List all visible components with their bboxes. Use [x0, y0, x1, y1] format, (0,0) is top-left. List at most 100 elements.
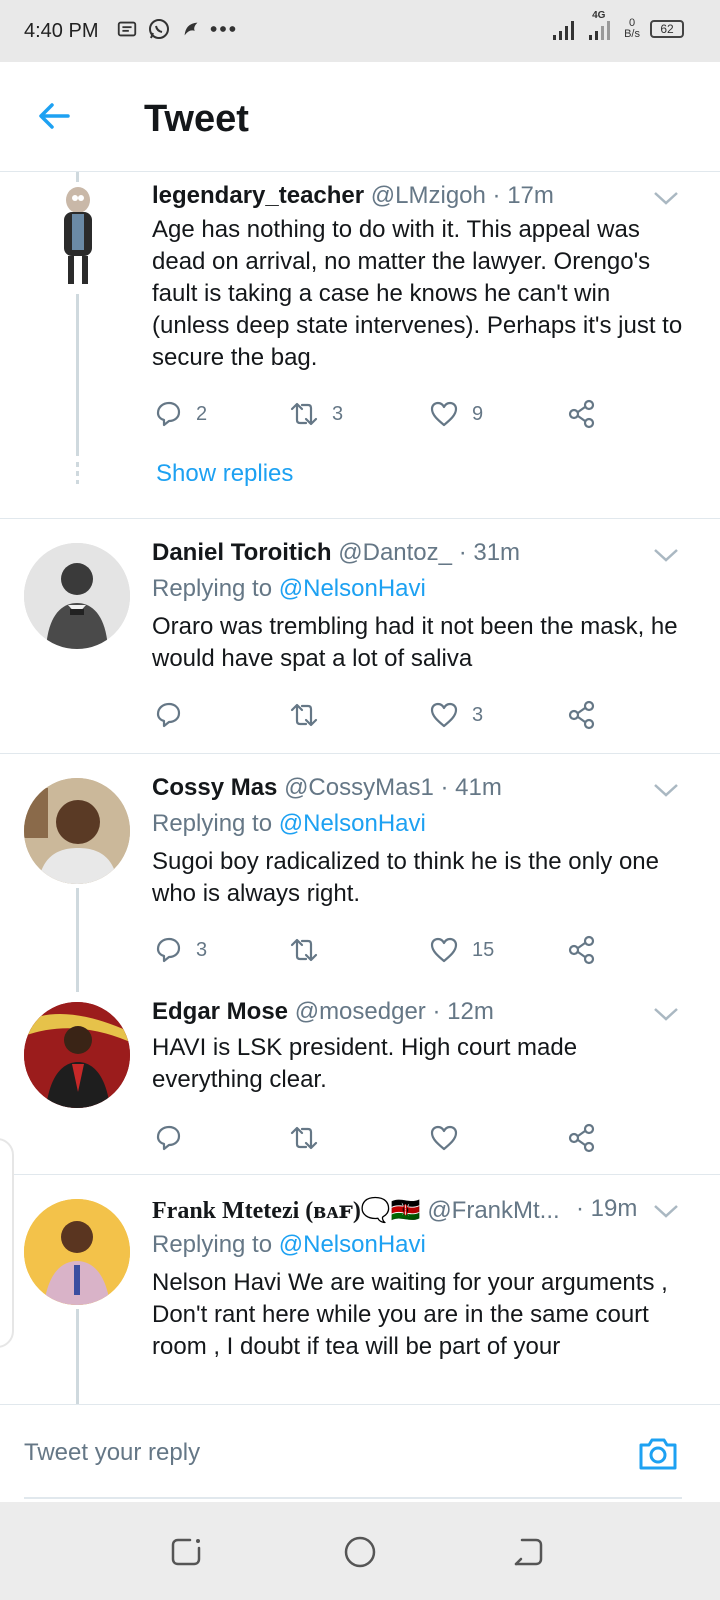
chevron-down-icon[interactable] — [652, 1004, 680, 1024]
show-replies-link[interactable]: Show replies — [156, 460, 293, 488]
display-name[interactable]: legendary_teacher — [152, 182, 364, 209]
tweet-edgar-mose[interactable]: Edgar Mose @mosedger · 12m HAVI is LSK p… — [0, 990, 720, 1174]
display-name[interactable]: Daniel Toroitich — [152, 539, 332, 566]
replying-to: Replying to @NelsonHavi — [152, 810, 426, 838]
heart-icon — [430, 702, 458, 728]
share-button[interactable] — [566, 1118, 598, 1158]
reply-button[interactable] — [152, 1118, 196, 1158]
tweet-time: · 41m — [440, 774, 502, 801]
retweet-button[interactable] — [288, 930, 332, 970]
display-name[interactable]: Cossy Mas — [152, 774, 277, 801]
tweet-cossy-mas[interactable]: Cossy Mas @CossyMas1 · 41m Replying to @… — [0, 754, 720, 992]
retweet-button[interactable]: 3 — [288, 394, 343, 434]
back-nav-icon — [514, 1538, 543, 1566]
back-nav-button[interactable] — [508, 1532, 548, 1572]
tweet-daniel-toroitich[interactable]: Daniel Toroitich @Dantoz_ · 31m Replying… — [0, 519, 720, 753]
chevron-down-icon[interactable] — [652, 545, 680, 565]
chevron-down-icon[interactable] — [652, 780, 680, 800]
retweet-icon — [290, 938, 318, 962]
tweet-text: Oraro was trembling had it not been the … — [152, 613, 678, 672]
chevron-down-icon[interactable] — [652, 188, 680, 208]
reply-button[interactable]: 2 — [152, 394, 207, 434]
reply-bar: Tweet your reply — [0, 1404, 720, 1500]
user-handle: @CossyMas1 — [284, 774, 434, 801]
like-button[interactable]: 9 — [428, 394, 483, 434]
tweet-time: · 19m — [576, 1195, 638, 1222]
tweet-text: HAVI is LSK president. High court made e… — [152, 1034, 578, 1093]
like-button[interactable]: 3 — [428, 695, 483, 735]
notification-icons — [114, 16, 236, 42]
signal-icon — [552, 16, 578, 42]
edge-panel-handle[interactable] — [0, 1138, 14, 1348]
tweet-frank-mtetezi[interactable]: Frank Mtetezi (ʙᴀꜰ)🗨️🇰🇪 @FrankMt... · 19… — [0, 1175, 720, 1404]
home-button[interactable] — [340, 1532, 380, 1572]
net-speed-unit: B/s — [624, 28, 640, 40]
retweet-icon — [290, 1126, 318, 1150]
back-button[interactable] — [34, 96, 74, 136]
navigation-bar — [0, 1502, 720, 1600]
display-name[interactable]: Edgar Mose — [152, 998, 288, 1025]
system-icons: 4G 0 B/s 62 — [552, 10, 684, 42]
tweet-text: Nelson Havi We are waiting for your argu… — [152, 1269, 668, 1360]
tweet-text: Sugoi boy radicalized to think he is the… — [152, 848, 659, 907]
mention-link[interactable]: @NelsonHavi — [279, 810, 426, 837]
like-button[interactable] — [428, 1118, 472, 1158]
heart-icon — [430, 1125, 458, 1151]
share-icon — [568, 1123, 595, 1153]
chevron-down-icon[interactable] — [652, 1201, 680, 1221]
reply-button[interactable]: 3 — [152, 930, 207, 970]
retweet-button[interactable] — [288, 695, 332, 735]
recent-apps-button[interactable] — [166, 1532, 206, 1572]
user-handle: @mosedger — [294, 998, 426, 1025]
header: Tweet — [0, 62, 720, 172]
avatar[interactable] — [24, 778, 130, 884]
share-icon — [568, 700, 595, 730]
replying-prefix: Replying to — [152, 575, 273, 602]
tweet-time: · 12m — [432, 998, 494, 1025]
tweet-legendary-teacher[interactable]: legendary_teacher @LMzigoh · 17m Age has… — [0, 172, 720, 518]
reply-icon — [156, 401, 181, 427]
avatar[interactable] — [48, 182, 108, 290]
tweet-text: Age has nothing to do with it. This appe… — [152, 216, 683, 371]
display-name[interactable]: Frank Mtetezi (ʙᴀꜰ)🗨️🇰🇪 — [152, 1198, 421, 1224]
share-button[interactable] — [566, 930, 598, 970]
mention-link[interactable]: @NelsonHavi — [279, 575, 426, 602]
share-button[interactable] — [566, 394, 598, 434]
reply-input[interactable]: Tweet your reply — [24, 1439, 200, 1467]
share-icon — [568, 399, 595, 429]
retweet-count: 3 — [332, 402, 344, 425]
avatar[interactable] — [24, 1002, 130, 1108]
net-speed: 0 B/s — [624, 18, 640, 40]
heart-icon — [430, 937, 458, 963]
reply-underline — [24, 1497, 682, 1499]
thread-line — [76, 1309, 79, 1404]
retweet-icon — [290, 703, 318, 727]
like-count: 15 — [472, 938, 495, 961]
retweet-button[interactable] — [288, 1118, 332, 1158]
reply-count: 3 — [196, 938, 208, 961]
share-button[interactable] — [566, 695, 598, 735]
reply-count: 2 — [196, 402, 208, 425]
page-title: Tweet — [144, 98, 249, 140]
tweet-actions: 3 15 — [152, 930, 622, 970]
share-icon — [568, 935, 595, 965]
back-arrow-icon — [39, 103, 70, 129]
avatar[interactable] — [24, 543, 130, 649]
heart-icon — [430, 401, 458, 427]
tweet-header: Daniel Toroitich @Dantoz_ · 31m — [152, 539, 520, 567]
avatar[interactable] — [24, 1199, 130, 1305]
whatsapp-icon — [146, 16, 172, 42]
tweet-actions: 2 3 9 — [152, 394, 622, 434]
thread-line — [76, 294, 79, 456]
home-circle-icon — [344, 1536, 376, 1568]
reply-icon — [156, 937, 181, 963]
user-handle: @FrankMt... — [427, 1197, 560, 1224]
battery-icon: 62 — [650, 20, 684, 38]
reply-button[interactable] — [152, 695, 196, 735]
thread-line — [76, 888, 79, 992]
reply-feed[interactable]: legendary_teacher @LMzigoh · 17m Age has… — [0, 172, 720, 1404]
mention-link[interactable]: @NelsonHavi — [279, 1231, 426, 1258]
like-button[interactable]: 15 — [428, 930, 494, 970]
camera-button[interactable] — [636, 1431, 680, 1475]
tweet-header: Frank Mtetezi (ʙᴀꜰ)🗨️🇰🇪 @FrankMt... — [152, 1195, 612, 1225]
